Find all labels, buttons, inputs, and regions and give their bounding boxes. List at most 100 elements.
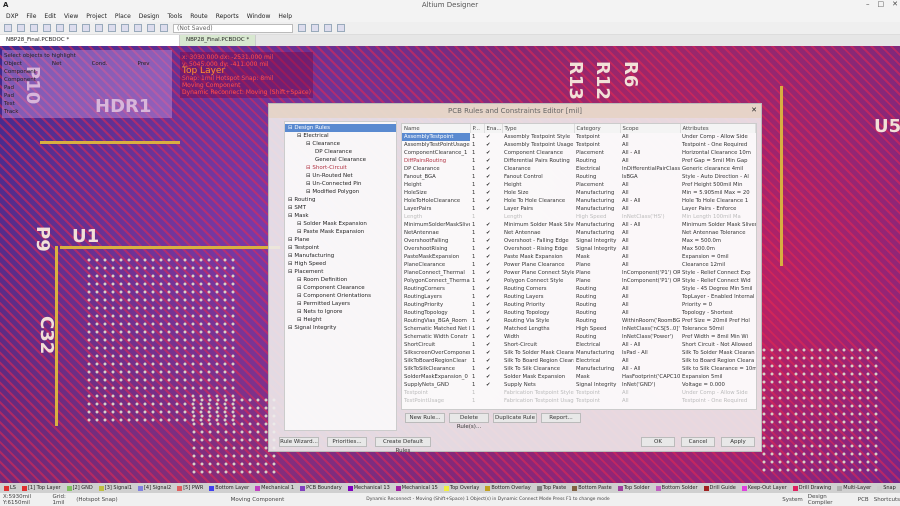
select-row[interactable]: Component <box>4 76 170 84</box>
rule-wizard-button[interactable]: Rule Wizard... <box>279 437 319 447</box>
table-row[interactable]: PlaneClearance 1 ✔ Power Plane Clearance Pla… <box>402 261 756 269</box>
table-row[interactable]: DP Clearance 1 ✔ Clearance Electrical InDiffe… <box>402 165 756 173</box>
table-row[interactable]: HoleToHoleClearance 1 ✔ Hole To Hole Cleara… <box>402 197 756 205</box>
tree-node[interactable]: ⊟ Placement <box>285 268 396 276</box>
table-row[interactable]: RoutingTopology 1 ✔ Routing Topology Routing… <box>402 309 756 317</box>
rule-enabled-checkbox[interactable]: ✔ <box>484 357 502 365</box>
select-icon[interactable] <box>121 24 129 32</box>
rule-enabled-checkbox[interactable]: ✔ <box>484 149 502 157</box>
column-header[interactable]: Name <box>402 124 471 133</box>
rule-enabled-checkbox[interactable]: ✔ <box>484 253 502 261</box>
tree-node[interactable]: ⊟ Short-Circuit <box>285 164 396 172</box>
table-row[interactable]: AssemblyTestpoint 1 ✔ Assembly Testpoint St… <box>402 133 756 141</box>
rule-enabled-checkbox[interactable]: ✔ <box>484 293 502 301</box>
tree-node[interactable]: ⊟ Paste Mask Expansion <box>285 228 396 236</box>
layer-tab[interactable]: Mechanical 1 <box>253 485 296 491</box>
column-header[interactable]: Attributes <box>680 124 756 133</box>
tree-node[interactable]: ⊟ Manufacturing <box>285 252 396 260</box>
column-header[interactable]: Ena... <box>484 124 503 133</box>
tree-node[interactable]: ⊟ Nets to Ignore <box>285 308 396 316</box>
layer-tab[interactable]: Top Solder <box>616 485 652 491</box>
print-icon[interactable] <box>43 24 51 32</box>
table-row[interactable]: RoutingCorners 1 ✔ Routing Corners Routing Al… <box>402 285 756 293</box>
tree-node[interactable]: ⊟ Un-Connected Pin <box>285 180 396 188</box>
tree-node[interactable]: ⊟ Plane <box>285 236 396 244</box>
menu-view[interactable]: View <box>64 13 78 20</box>
menu-tools[interactable]: Tools <box>167 13 182 20</box>
layer-tab[interactable]: Top Overlay <box>442 485 481 491</box>
tree-node[interactable]: ⊟ Permitted Layers <box>285 300 396 308</box>
table-row[interactable]: AssemblyTestPointUsage 1 ✔ Assembly Testpoi… <box>402 141 756 149</box>
table-row[interactable]: RoutingVias_BGA_Room 1 ✔ Routing Via Style R… <box>402 317 756 325</box>
rule-enabled-checkbox[interactable]: ✔ <box>484 301 502 309</box>
maximize-button[interactable]: □ <box>878 0 885 8</box>
minimize-button[interactable]: – <box>866 0 870 8</box>
layer-tab[interactable]: Keep-Out Layer <box>740 485 789 491</box>
menu-project[interactable]: Project <box>86 13 107 20</box>
rule-enabled-checkbox[interactable] <box>484 213 502 221</box>
layer-tab[interactable]: Mechanical 15 <box>394 485 440 491</box>
layer-tab[interactable]: Drill Guide <box>702 485 738 491</box>
rule-enabled-checkbox[interactable]: ✔ <box>484 197 502 205</box>
apply-button[interactable]: Apply <box>721 437 755 447</box>
tree-node[interactable]: ⊟ Mask <box>285 212 396 220</box>
tree-node[interactable]: ⊟ Signal Integrity <box>285 324 396 332</box>
rule-enabled-checkbox[interactable]: ✔ <box>484 381 502 389</box>
column-header[interactable]: Scope <box>620 124 681 133</box>
tree-node[interactable]: ⊟ SMT <box>285 204 396 212</box>
layer-tab[interactable]: [1] Top Layer <box>20 485 63 491</box>
route-icon[interactable] <box>298 24 306 32</box>
table-row[interactable]: ShortCircuit 1 ✔ Short-Circuit Electrical All… <box>402 341 756 349</box>
table-row[interactable]: SupplyNets_GND 1 ✔ Supply Nets Signal Integr… <box>402 381 756 389</box>
polygon-icon[interactable] <box>337 24 345 32</box>
layer-tab[interactable]: Drill Drawing <box>791 485 833 491</box>
table-row[interactable]: NetAntennae 1 ✔ Net Antennae Manufacturing Al… <box>402 229 756 237</box>
folder-icon[interactable] <box>69 24 77 32</box>
new-rule-button[interactable]: New Rule... <box>405 413 445 423</box>
copy-icon[interactable] <box>95 24 103 32</box>
table-row[interactable]: DiffPairsRouting 1 ✔ Differential Pairs Rou… <box>402 157 756 165</box>
table-row[interactable]: Length 1 Length High Speed InNetClass('HS') M… <box>402 213 756 221</box>
paste-icon[interactable] <box>108 24 116 32</box>
table-row[interactable]: RoutingPriority 1 ✔ Routing Priority Routing… <box>402 301 756 309</box>
rule-enabled-checkbox[interactable] <box>484 397 502 405</box>
tree-node[interactable]: ⊟ Component Orientations <box>285 292 396 300</box>
tree-node[interactable]: ⊟ Clearance <box>285 140 396 148</box>
rule-enabled-checkbox[interactable]: ✔ <box>484 333 502 341</box>
rule-enabled-checkbox[interactable]: ✔ <box>484 285 502 293</box>
rule-enabled-checkbox[interactable]: ✔ <box>484 269 502 277</box>
tree-node[interactable]: General Clearance <box>285 156 396 164</box>
dialog-close-icon[interactable]: ✕ <box>751 106 757 114</box>
column-header[interactable]: Category <box>574 124 621 133</box>
panel-shortcuts[interactable]: Shortcuts <box>874 497 900 503</box>
table-row[interactable]: PasteMaskExpansion 1 ✔ Paste Mask Expansion… <box>402 253 756 261</box>
menu-design[interactable]: Design <box>139 13 160 20</box>
select-row[interactable]: Pad <box>4 84 170 92</box>
rule-enabled-checkbox[interactable] <box>484 389 502 397</box>
report-button[interactable]: Report... <box>541 413 581 423</box>
table-row[interactable]: TestPointUsage 1 Fabrication Testpoint Usa… <box>402 397 756 405</box>
layer-tab[interactable]: [5] PWR <box>175 485 205 491</box>
tree-node[interactable]: ⊟ Modified Polygon <box>285 188 396 196</box>
panel-pcb[interactable]: PCB <box>858 497 869 503</box>
rule-enabled-checkbox[interactable]: ✔ <box>484 341 502 349</box>
menu-help[interactable]: Help <box>278 13 292 20</box>
create-default-rules-button[interactable]: Create Default Rules <box>375 437 431 454</box>
tree-node[interactable]: ⊟ Height <box>285 316 396 324</box>
rule-enabled-checkbox[interactable]: ✔ <box>484 365 502 373</box>
layer-tab[interactable]: Bottom Overlay <box>483 485 532 491</box>
layer-tab[interactable]: PCB Boundary <box>298 485 344 491</box>
layer-tab[interactable]: Bottom Paste <box>570 485 613 491</box>
layer-tab[interactable]: Snap <box>875 485 898 491</box>
rule-enabled-checkbox[interactable]: ✔ <box>484 165 502 173</box>
move-icon[interactable] <box>134 24 142 32</box>
rule-enabled-checkbox[interactable]: ✔ <box>484 261 502 269</box>
cut-icon[interactable] <box>82 24 90 32</box>
rule-enabled-checkbox[interactable]: ✔ <box>484 133 502 141</box>
tab-pcb-1[interactable]: NBP28_Final.PCBDOC * <box>0 35 180 46</box>
delete-rule-button[interactable]: Delete Rule(s)... <box>449 413 489 430</box>
rule-enabled-checkbox[interactable]: ✔ <box>484 173 502 181</box>
layer-tab[interactable]: LS <box>2 485 18 491</box>
layer-tab[interactable]: [4] Signal2 <box>136 485 173 491</box>
table-row[interactable]: Schematic Width Constr 1 ✔ Width Routing InNe… <box>402 333 756 341</box>
